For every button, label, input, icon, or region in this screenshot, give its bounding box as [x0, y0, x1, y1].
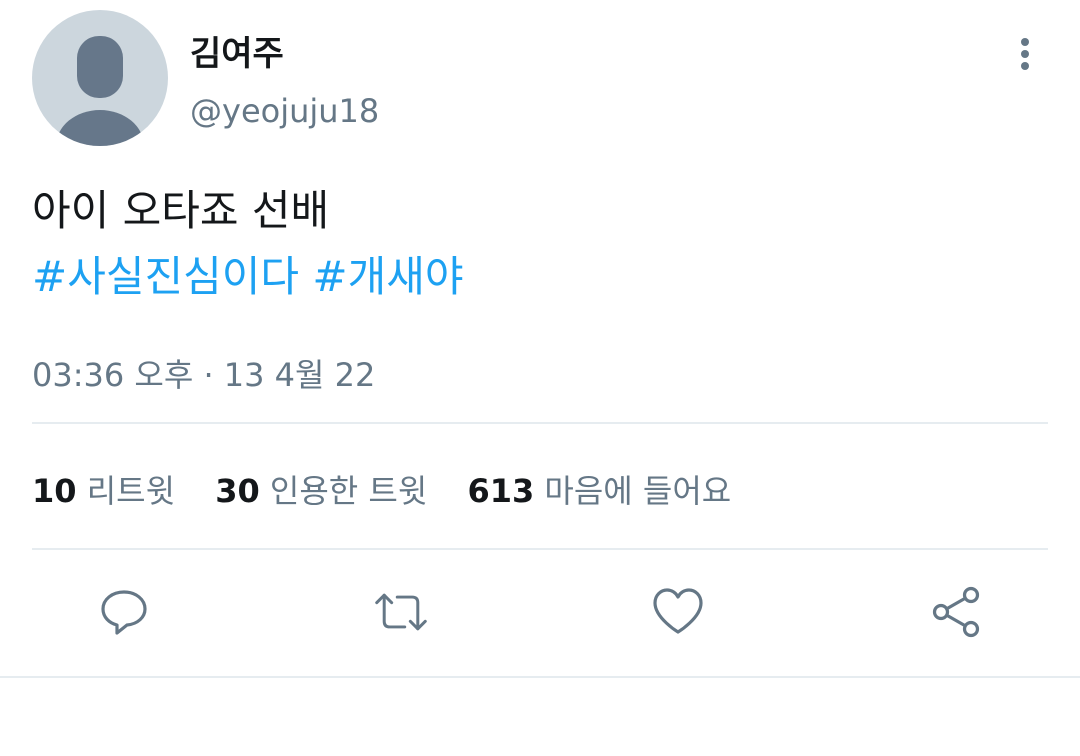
divider — [32, 422, 1048, 424]
hashtag-link[interactable]: #개새야 — [312, 252, 463, 301]
hashtag-link[interactable]: #사실진심이다 — [32, 252, 299, 301]
like-count: 613 — [467, 472, 535, 510]
like-button[interactable] — [650, 584, 706, 640]
tweet-stats: 10 리트윗 30 인용한 트윗 613 마음에 들어요 — [32, 466, 761, 512]
quote-count: 30 — [215, 472, 260, 510]
tweet-body: 아이 오타죠 선배 — [32, 186, 330, 235]
quote-label: 인용한 트윗 — [269, 472, 428, 510]
share-icon — [932, 586, 980, 638]
share-button[interactable] — [928, 584, 984, 640]
tweet-timestamp[interactable]: 03:36 오후 · 13 4월 22 — [32, 350, 375, 396]
reply-icon — [101, 590, 147, 635]
like-label: 마음에 들어요 — [544, 472, 732, 510]
heart-icon — [653, 588, 703, 634]
more-options-button[interactable] — [1008, 36, 1042, 76]
retweet-button[interactable] — [373, 584, 429, 640]
default-avatar-icon — [56, 36, 144, 146]
retweet-label: 리트윗 — [86, 472, 176, 510]
divider — [0, 676, 1080, 678]
reply-button[interactable] — [96, 584, 152, 640]
retweet-count: 10 — [32, 472, 77, 510]
tweet-text: 아이 오타죠 선배 #사실진심이다 #개새야 — [32, 178, 464, 310]
more-vertical-icon — [1021, 38, 1029, 70]
divider — [32, 548, 1048, 550]
display-name[interactable]: 김여주 — [190, 26, 284, 75]
hashtag-line: #사실진심이다 #개새야 — [32, 244, 464, 310]
avatar[interactable] — [32, 10, 168, 146]
retweet-stat[interactable]: 10 리트윗 — [32, 472, 185, 510]
quote-stat[interactable]: 30 인용한 트윗 — [215, 472, 437, 510]
tweet-actions — [0, 584, 1080, 640]
user-handle[interactable]: @yeojuju18 — [190, 92, 379, 130]
like-stat[interactable]: 613 마음에 들어요 — [467, 472, 731, 510]
retweet-icon — [375, 593, 427, 631]
